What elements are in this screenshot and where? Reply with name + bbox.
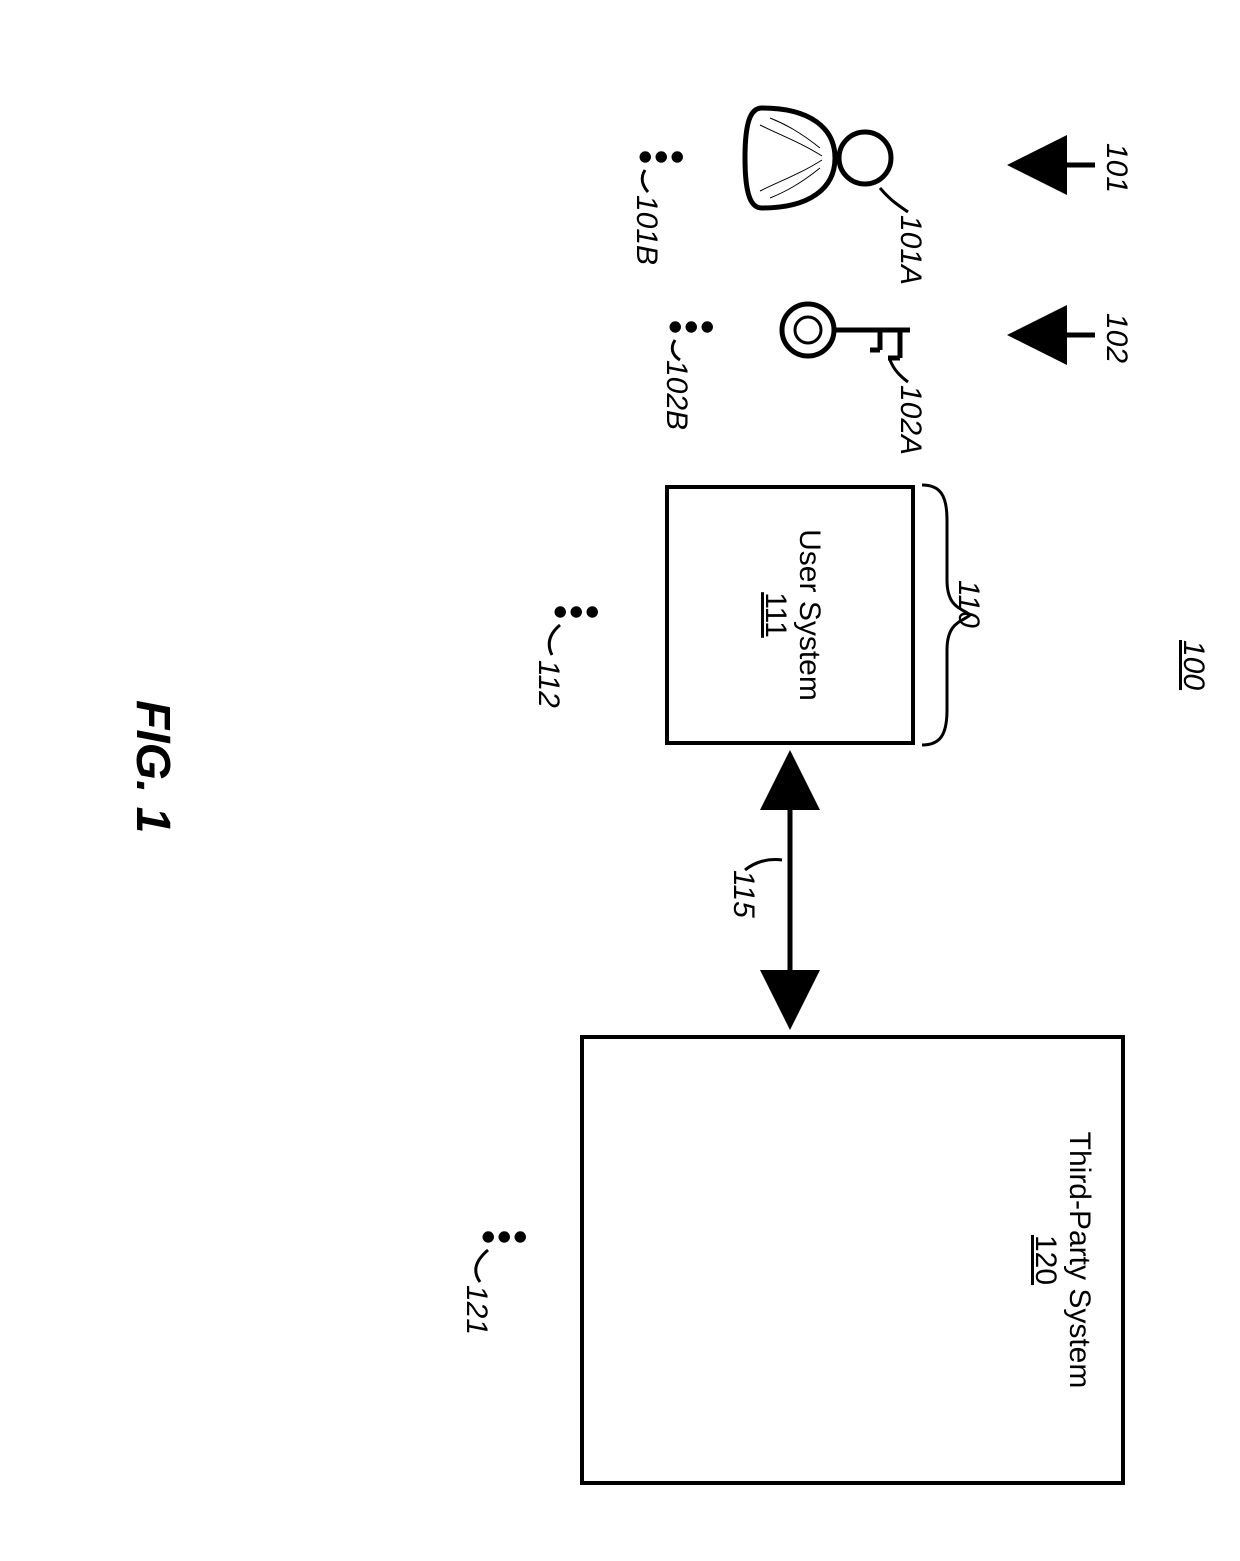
squiggle-121: [476, 1250, 488, 1282]
ref-100: 100: [1176, 640, 1210, 690]
third-party-id: 120: [1029, 1235, 1062, 1285]
ref-110: 110: [951, 580, 985, 628]
ref-101a: 101A: [893, 215, 927, 285]
squiggle-112: [549, 625, 560, 655]
vdots-person: • • •: [637, 150, 685, 162]
ref-102-top: 102: [1099, 313, 1133, 363]
person-icon: [745, 108, 891, 208]
diagram-canvas: 100 101 101A 101B 102 102A 102B 110 User…: [0, 0, 1240, 1561]
ref-102a: 102A: [893, 385, 927, 455]
squiggle-115: [745, 859, 782, 870]
ref-101-top: 101: [1099, 143, 1133, 193]
squiggle-101b: [642, 170, 648, 192]
user-system-title: User System: [793, 529, 826, 701]
user-system-box: User System 111: [665, 485, 915, 745]
squiggle-102a: [890, 360, 908, 382]
figure-caption: FIG. 1: [125, 700, 180, 833]
vdots-third-party: • • •: [480, 1230, 528, 1242]
third-party-title: Third-Party System: [1063, 1132, 1096, 1389]
ref-102b: 102B: [659, 360, 693, 430]
vdots-key: • • •: [667, 320, 715, 332]
squiggle-102b: [672, 340, 680, 360]
squiggle-101a: [880, 188, 908, 212]
ref-121: 121: [459, 1285, 493, 1335]
user-system-id: 111: [759, 592, 792, 638]
ref-112: 112: [531, 660, 565, 708]
third-party-box: Third-Party System 120: [580, 1035, 1125, 1485]
vdots-user-system: • • •: [552, 605, 600, 617]
ref-101b: 101B: [629, 195, 663, 265]
key-icon: [782, 304, 910, 358]
ref-115: 115: [726, 870, 760, 918]
